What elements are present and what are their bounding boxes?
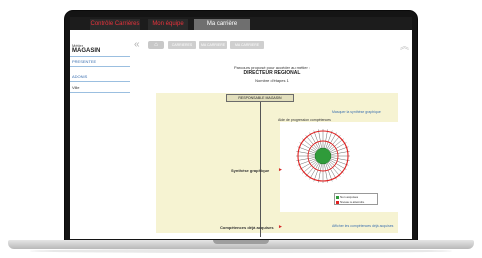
back-arrows-icon[interactable]: «	[134, 40, 140, 50]
sidebar-title: MAGASIN	[72, 48, 101, 54]
divider	[70, 56, 130, 57]
legend-swatch-red	[336, 200, 339, 204]
section-graph-label: Synthèse graphique	[231, 168, 270, 173]
sidebar-item: Ville	[72, 85, 80, 90]
chart-title: Aide de progression compétences	[278, 118, 331, 122]
job-title: DIRECTEUR REGIONAL	[243, 70, 301, 76]
steps-text: Nombre d'étapes 1	[255, 78, 289, 83]
tab-contacts[interactable]: Contrôle Carrières	[90, 19, 140, 30]
divider	[70, 92, 130, 93]
show-skills-link[interactable]: Afficher les compétences déjà acquises	[332, 224, 393, 228]
current-level-area	[314, 147, 332, 165]
arrow-right-icon[interactable]: ►	[278, 224, 283, 230]
origin-job-box: RESPONSABLE MAGASIN	[226, 94, 294, 102]
legend-label: Niveau à atteindre	[340, 200, 365, 204]
breadcrumb-item-2[interactable]: MA CARRIERE	[199, 41, 227, 49]
arrow-right-icon[interactable]: ►	[278, 167, 283, 173]
sidebar-link-1[interactable]: PRESENTEE	[72, 59, 96, 64]
laptop-shadow	[30, 249, 452, 253]
legend-swatch-green	[336, 195, 339, 199]
breadcrumb-item-1[interactable]: CARRIERES	[168, 41, 196, 49]
hide-graph-link[interactable]: Masquer la synthèse graphique	[332, 110, 381, 114]
laptop-notch	[213, 240, 269, 244]
sidebar-link-2[interactable]: ADONIS	[72, 74, 87, 79]
screen: Contrôle Carrières Mon équipe Ma carrièr…	[70, 17, 412, 239]
tab-career[interactable]: Ma carrière	[194, 19, 250, 30]
breadcrumb-item-3[interactable]: MA CARRIERE	[230, 41, 264, 49]
divider	[70, 66, 130, 67]
legend-item-acquired: Non acquises	[336, 195, 358, 199]
top-navigation: Contrôle Carrières Mon équipe Ma carrièr…	[70, 17, 412, 30]
sidebar: Métier MAGASIN PRESENTEE ADONIS Ville	[70, 30, 132, 239]
collapse-icon[interactable]: ︽	[400, 39, 409, 52]
radar-chart	[296, 129, 350, 183]
section-skills-label: Compétences déjà acquises	[220, 225, 274, 230]
tab-team[interactable]: Mon équipe	[148, 19, 188, 30]
legend-item-target: Niveau à atteindre	[336, 200, 364, 204]
divider	[70, 81, 130, 82]
legend-label: Non acquises	[340, 195, 359, 199]
home-icon[interactable]: ⌂	[148, 41, 164, 49]
